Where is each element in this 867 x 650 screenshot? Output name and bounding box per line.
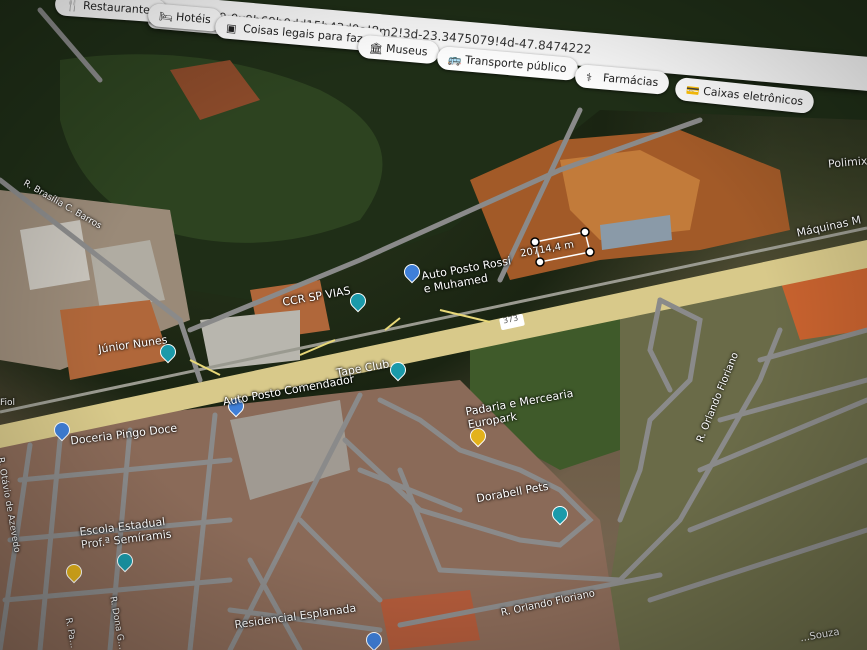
- atm-icon: 💳: [685, 83, 701, 98]
- measure-handle[interactable]: [535, 257, 545, 267]
- measure-handle[interactable]: [585, 247, 595, 257]
- bus-icon: 🚌: [447, 52, 463, 67]
- pharmacy-icon: ⚕: [585, 70, 593, 84]
- fork-knife-icon: 🍴: [65, 0, 81, 13]
- map-screen[interactable]: 373 20714,4 m ...ebc69:0x9b69b0dd15b43d0…: [0, 0, 867, 650]
- warehouse: [20, 220, 90, 290]
- bed-icon: 🛏: [158, 9, 174, 24]
- museum-icon: 🏛: [368, 40, 384, 56]
- camera-icon: ▣: [225, 21, 238, 35]
- measure-handle[interactable]: [580, 227, 590, 237]
- street-fiol: Fiol: [0, 398, 16, 408]
